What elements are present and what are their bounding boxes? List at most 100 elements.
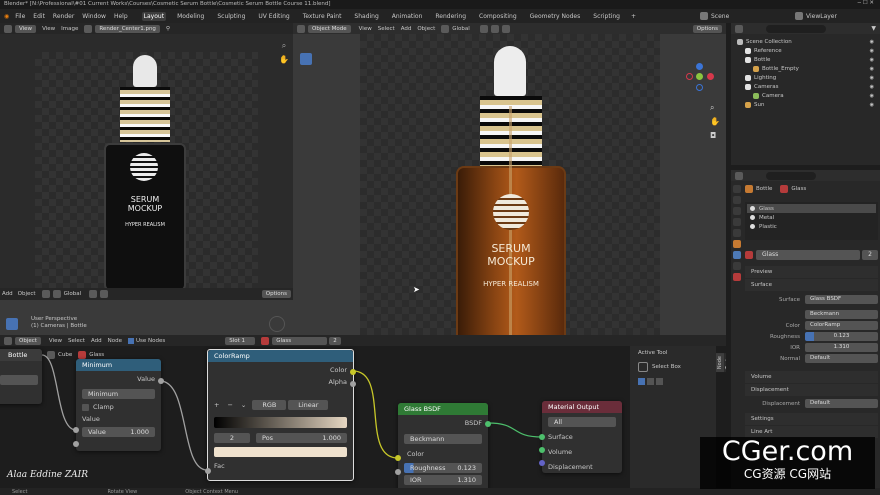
output-volume-socket[interactable] (539, 447, 545, 453)
view-layer-selector[interactable]: ViewLayer (795, 12, 837, 20)
glass-bsdf-socket[interactable] (485, 421, 491, 427)
glass-distribution-dropdown[interactable]: Beckmann (404, 434, 482, 444)
minimum-in-socket-2[interactable] (73, 441, 79, 447)
visibility-icon[interactable]: ◉ (870, 75, 874, 81)
navigation-gizmo-icon[interactable] (686, 63, 714, 91)
material-users-count[interactable]: 2 (862, 250, 878, 260)
render-tab-icon[interactable] (733, 196, 741, 204)
output-tab-icon[interactable] (733, 207, 741, 215)
viewport-options-button[interactable]: Options (692, 24, 722, 33)
tab-geometry-nodes[interactable]: Geometry Nodes (528, 12, 583, 21)
minimum-out-socket[interactable] (158, 378, 164, 384)
outliner-item[interactable]: Lighting ◉ (731, 73, 880, 82)
outliner-editor-icon[interactable] (735, 24, 743, 33)
glass-color-socket[interactable] (395, 455, 401, 461)
partial-node-field[interactable] (0, 375, 38, 385)
viewport-add-menu[interactable]: Add (401, 26, 412, 32)
outliner-item[interactable]: Scene Collection ◉ (731, 37, 880, 46)
tool-tab-icon[interactable] (733, 185, 741, 193)
editor-type-icon[interactable] (4, 24, 12, 33)
normal-field[interactable]: Default (805, 354, 878, 363)
tab-layout[interactable]: Layout (141, 11, 167, 21)
surface-shader-field[interactable]: Glass BSDF (805, 295, 878, 304)
left-axis-gizmo-icon[interactable] (269, 316, 285, 332)
glass-roughness-socket[interactable] (395, 469, 401, 475)
visibility-icon[interactable]: ◉ (870, 57, 874, 63)
material-browse-icon[interactable] (745, 251, 753, 259)
snap-toggle-icon[interactable] (490, 24, 499, 33)
menu-help[interactable]: Help (114, 13, 128, 20)
orientation-dropdown[interactable]: Global (452, 26, 470, 32)
left-orientation[interactable]: Global (64, 291, 82, 297)
image-menu[interactable]: Image (61, 26, 78, 32)
glass-bsdf-node[interactable]: Glass BSDF BSDF Beckmann Color Roughness… (395, 403, 491, 488)
viewport-camera-icon[interactable]: ◘ (710, 129, 720, 143)
window-controls[interactable]: ─ ☐ ✕ (858, 0, 874, 6)
material-slot[interactable]: Glass (747, 204, 876, 213)
material-slot-list[interactable]: Glass Metal Plastic (745, 202, 878, 240)
mode-dropdown[interactable]: Object Mode (308, 24, 351, 33)
tool-mode-icon-3[interactable] (656, 378, 663, 385)
output-displacement-socket[interactable] (539, 460, 545, 466)
tab-rendering[interactable]: Rendering (433, 12, 468, 21)
partial-node[interactable]: Bottle (0, 349, 42, 404)
scene-tab-icon[interactable] (733, 218, 741, 226)
outliner-item[interactable]: Bottle_Empty ◉ (731, 64, 880, 73)
proportional-edit-icon[interactable] (501, 24, 510, 33)
output-target-dropdown[interactable]: All (548, 417, 616, 427)
snap-icon[interactable] (89, 290, 98, 298)
scale-tool-icon[interactable] (300, 109, 312, 121)
hand-icon[interactable]: ✋ (279, 53, 289, 67)
add-stop-icon[interactable]: + (214, 401, 219, 409)
outliner-item[interactable]: Camera ◉ (731, 91, 880, 100)
tab-texture-paint[interactable]: Texture Paint (301, 12, 344, 21)
minimum-value-field[interactable]: Value 1.000 (82, 427, 155, 437)
outliner-search-field[interactable] (766, 24, 826, 33)
left-add-menu[interactable]: Add (2, 291, 13, 297)
add-cube-tool-icon[interactable] (300, 165, 312, 177)
orientation-icon[interactable] (441, 24, 450, 33)
viewport-zoom-icon[interactable]: ⌕ (710, 101, 720, 115)
select-tool-icon[interactable] (6, 318, 18, 330)
tool-mode-icon-1[interactable] (638, 378, 645, 385)
visibility-icon[interactable]: ◉ (870, 102, 874, 108)
visibility-icon[interactable]: ◉ (870, 48, 874, 54)
colorramp-color-socket[interactable] (350, 369, 356, 375)
pivot-icon[interactable] (479, 24, 488, 33)
viewport-pan-icon[interactable]: ✋ (710, 115, 720, 129)
outliner-item[interactable]: Reference ◉ (731, 46, 880, 55)
transform-tool-icon[interactable] (300, 123, 312, 135)
remove-stop-icon[interactable]: − (227, 401, 232, 409)
clamp-checkbox[interactable] (82, 403, 89, 411)
physics-tab-icon[interactable] (733, 262, 741, 270)
move-tool-icon[interactable] (300, 81, 312, 93)
tool-mode-icon-2[interactable] (647, 378, 654, 385)
viewport-3d[interactable]: Object Mode View Select Add Object Globa… (293, 23, 726, 356)
color-mode-dropdown[interactable]: RGB (252, 400, 287, 410)
sidebar-tab-node[interactable]: Node (716, 353, 724, 373)
section-displacement[interactable]: Displacement (745, 384, 878, 396)
distribution-dropdown[interactable]: Beckmann (805, 310, 878, 319)
menu-file[interactable]: File (15, 13, 25, 20)
displacement-field[interactable]: Default (805, 399, 878, 408)
glass-ior-field[interactable]: IOR 1.310 (404, 475, 482, 485)
menu-render[interactable]: Render (53, 13, 74, 20)
image-name-field[interactable]: Render_Center1.png (95, 24, 160, 33)
left-object-menu[interactable]: Object (18, 291, 36, 297)
color-ramp-gradient[interactable] (214, 417, 347, 428)
select-box-icon[interactable] (638, 362, 648, 372)
stop-position-field[interactable]: Pos 1.000 (256, 433, 347, 443)
ramp-menu-icon[interactable]: ⌄ (241, 401, 246, 409)
pin-icon[interactable]: ⚲ (166, 26, 170, 32)
annotate-tool-icon[interactable] (300, 137, 312, 149)
viewport-object-menu[interactable]: Object (417, 26, 435, 32)
material-tab-icon[interactable] (733, 273, 741, 281)
tab-animation[interactable]: Animation (390, 12, 425, 21)
material-output-node[interactable]: Material Output All Surface Volume Displ… (539, 401, 622, 473)
zoom-icon[interactable]: ⌕ (279, 39, 289, 53)
add-workspace-icon[interactable]: + (631, 13, 636, 20)
viewport-editor-icon[interactable] (297, 24, 305, 33)
view-menu[interactable]: View (42, 26, 55, 32)
viewport-select-menu[interactable]: Select (378, 26, 395, 32)
glass-roughness-field[interactable]: Roughness 0.123 (404, 463, 482, 473)
